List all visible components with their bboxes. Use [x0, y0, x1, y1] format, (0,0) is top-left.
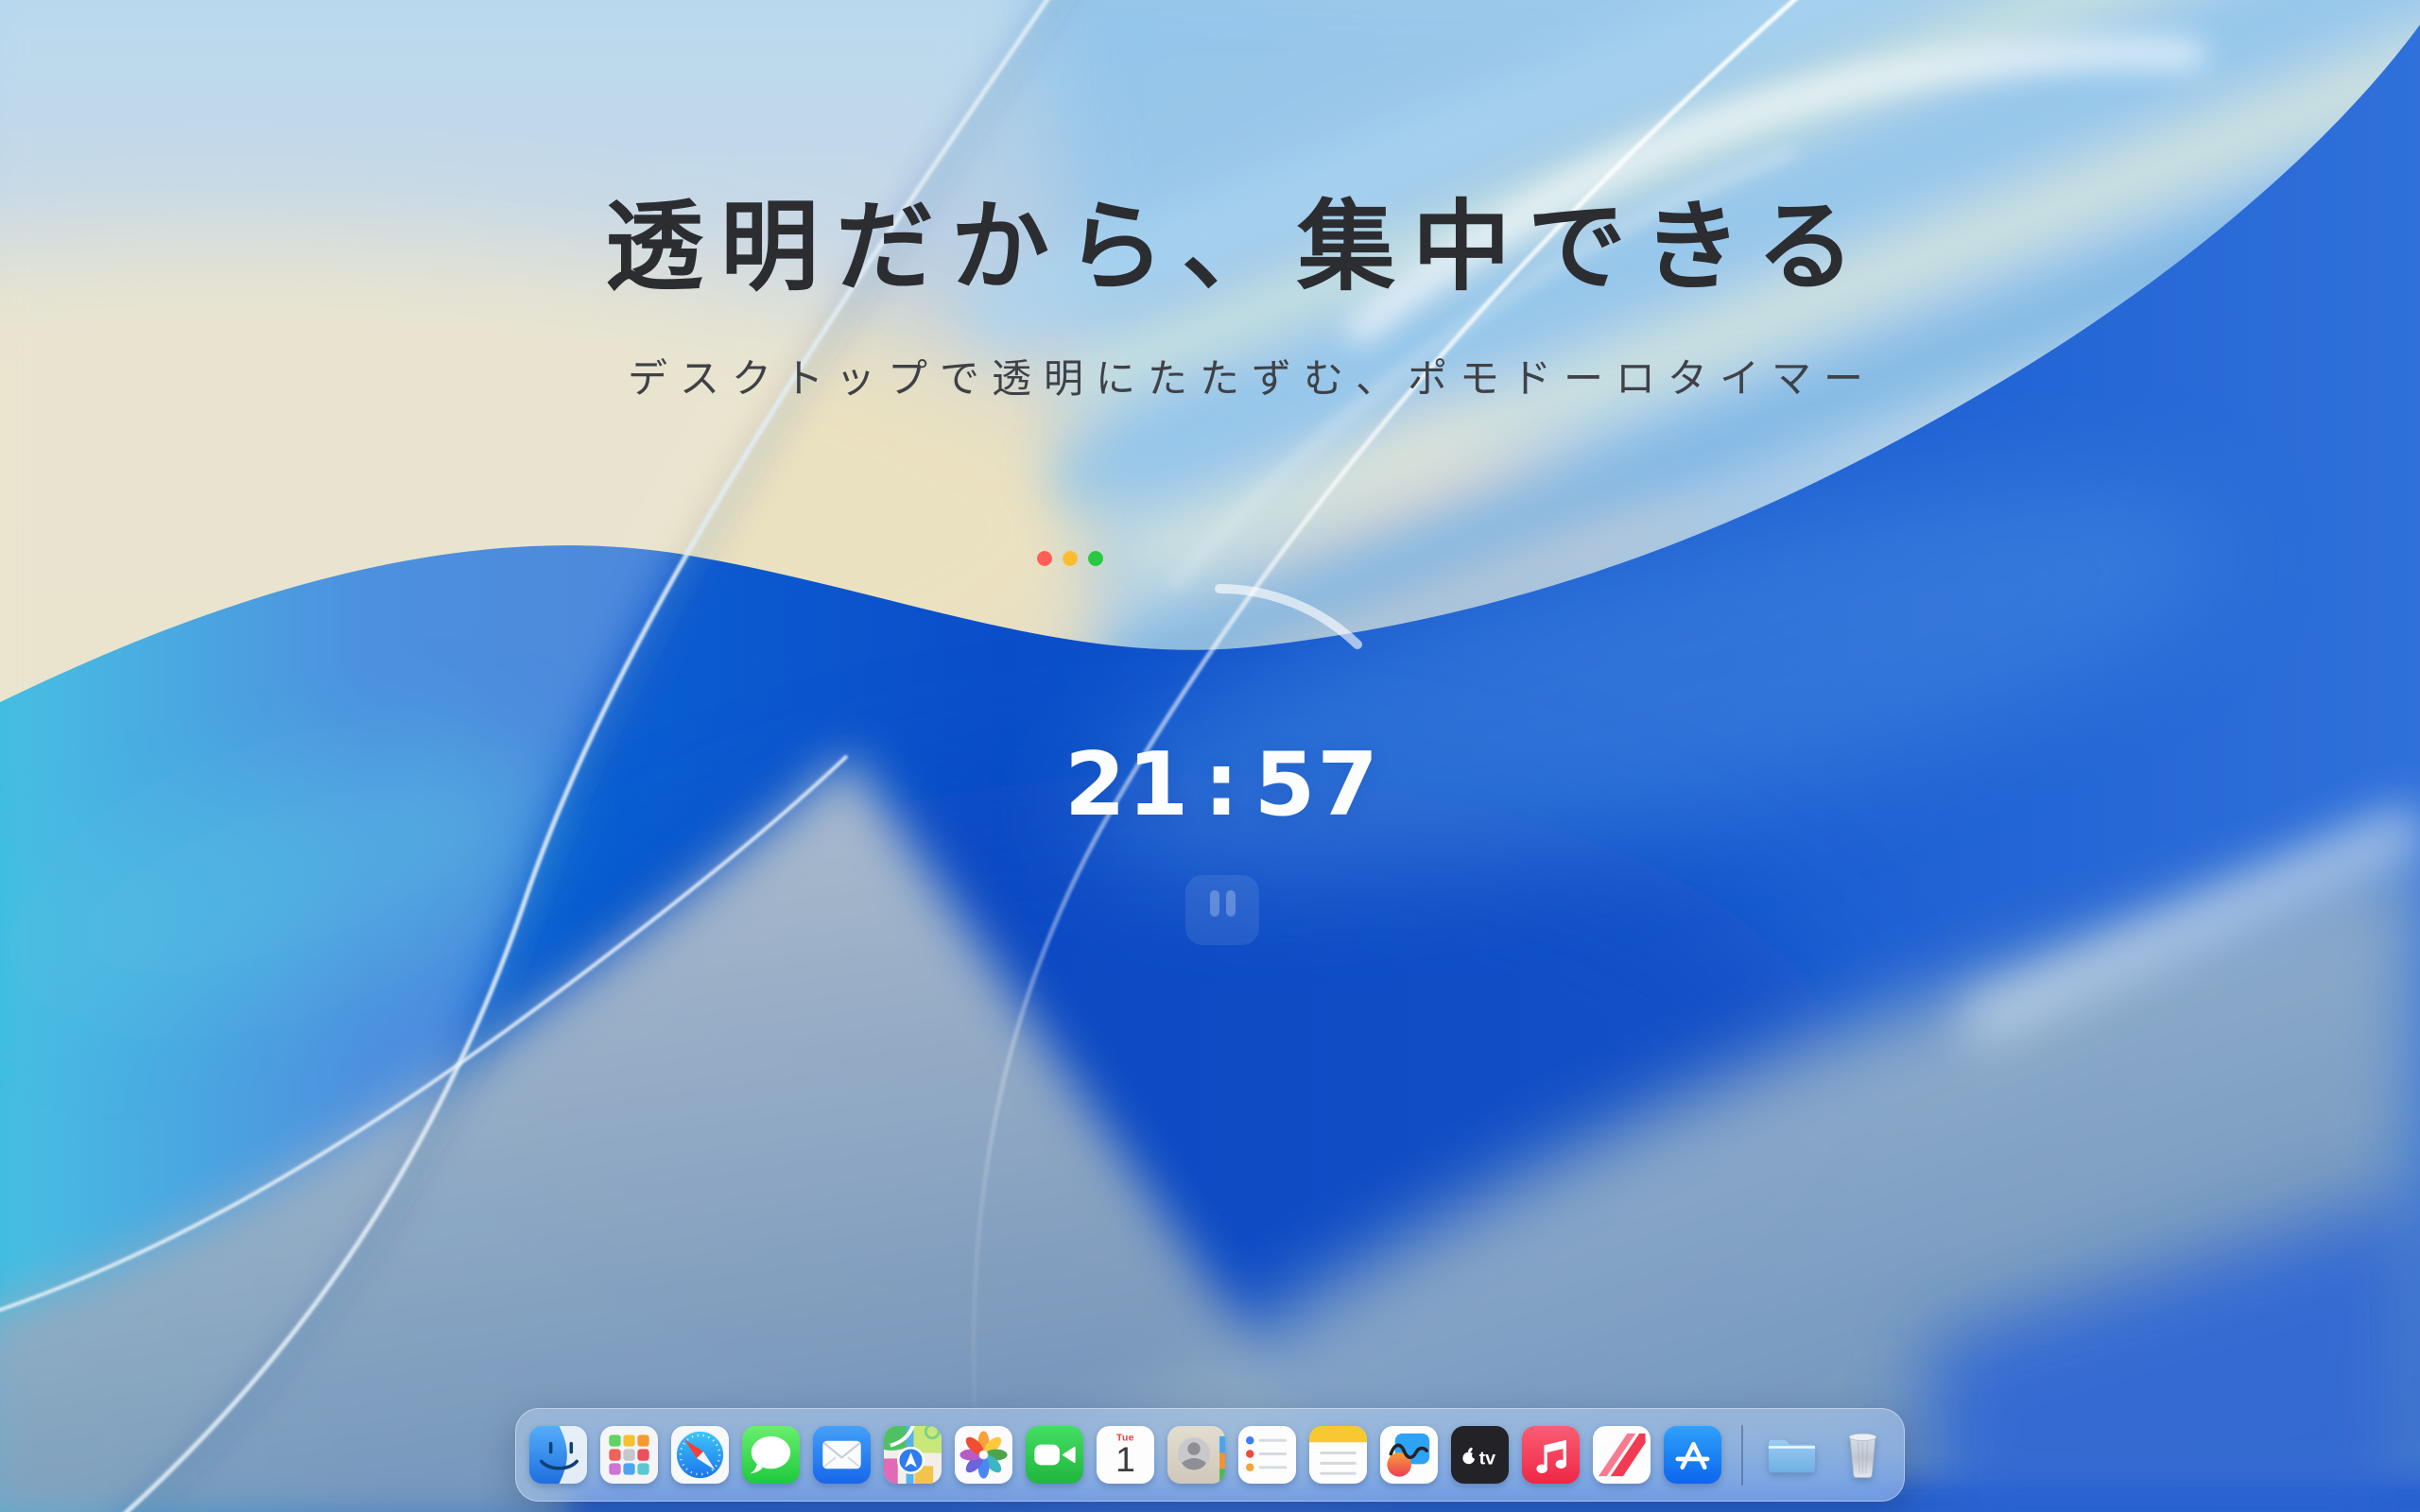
dock-icon-freeform[interactable]: [1379, 1425, 1439, 1485]
calendar-day: 1: [1115, 1439, 1135, 1479]
dock-icon-calendar[interactable]: Tue 1: [1096, 1425, 1155, 1485]
dock-divider: [1741, 1425, 1743, 1486]
timer-seconds: 57: [1254, 733, 1380, 835]
dock-icon-trash[interactable]: [1833, 1425, 1893, 1485]
dock: Tue 1: [515, 1408, 1905, 1502]
dock-icon-notes[interactable]: [1308, 1425, 1368, 1485]
dock-icon-music[interactable]: [1521, 1425, 1581, 1485]
minimize-button[interactable]: [1063, 551, 1078, 566]
dock-icon-news[interactable]: [1592, 1425, 1651, 1485]
dock-icon-finder[interactable]: [528, 1425, 588, 1485]
dock-icon-contacts[interactable]: [1167, 1425, 1226, 1485]
zoom-button[interactable]: [1088, 551, 1103, 566]
dock-icon-facetime[interactable]: [1025, 1425, 1084, 1485]
dock-icon-appstore[interactable]: [1663, 1425, 1722, 1485]
dock-icon-maps[interactable]: [883, 1425, 942, 1485]
pause-icon: [1226, 890, 1236, 917]
timer-colon: :: [1203, 733, 1240, 835]
dock-icon-photos[interactable]: [954, 1425, 1013, 1485]
close-button[interactable]: [1037, 551, 1052, 566]
dock-icon-messages[interactable]: [741, 1425, 801, 1485]
page-title: 透明だから、集中できる: [605, 198, 1872, 297]
pause-button[interactable]: [1185, 875, 1259, 945]
dock-icon-reminders[interactable]: [1237, 1425, 1297, 1485]
dock-icon-launchpad[interactable]: [599, 1425, 659, 1485]
dock-icon-downloads-folder[interactable]: [1762, 1425, 1822, 1485]
dock-icon-mail[interactable]: [812, 1425, 872, 1485]
appletv-label: tv: [1478, 1448, 1495, 1469]
page-subtitle: デスクトップで透明にたたずむ、ポモドーロタイマー: [628, 359, 1876, 399]
dock-icon-appletv[interactable]: tv: [1450, 1425, 1510, 1485]
timer-countdown: 21:57: [1064, 741, 1380, 829]
pause-icon: [1210, 890, 1219, 917]
dock-icon-safari[interactable]: [670, 1425, 730, 1485]
timer-minutes: 21: [1064, 733, 1190, 835]
desktop: 透明だから、集中できる デスクトップで透明にたたずむ、ポモドーロタイマー 21:…: [0, 0, 2420, 1512]
window-traffic-lights: [1037, 551, 1103, 566]
